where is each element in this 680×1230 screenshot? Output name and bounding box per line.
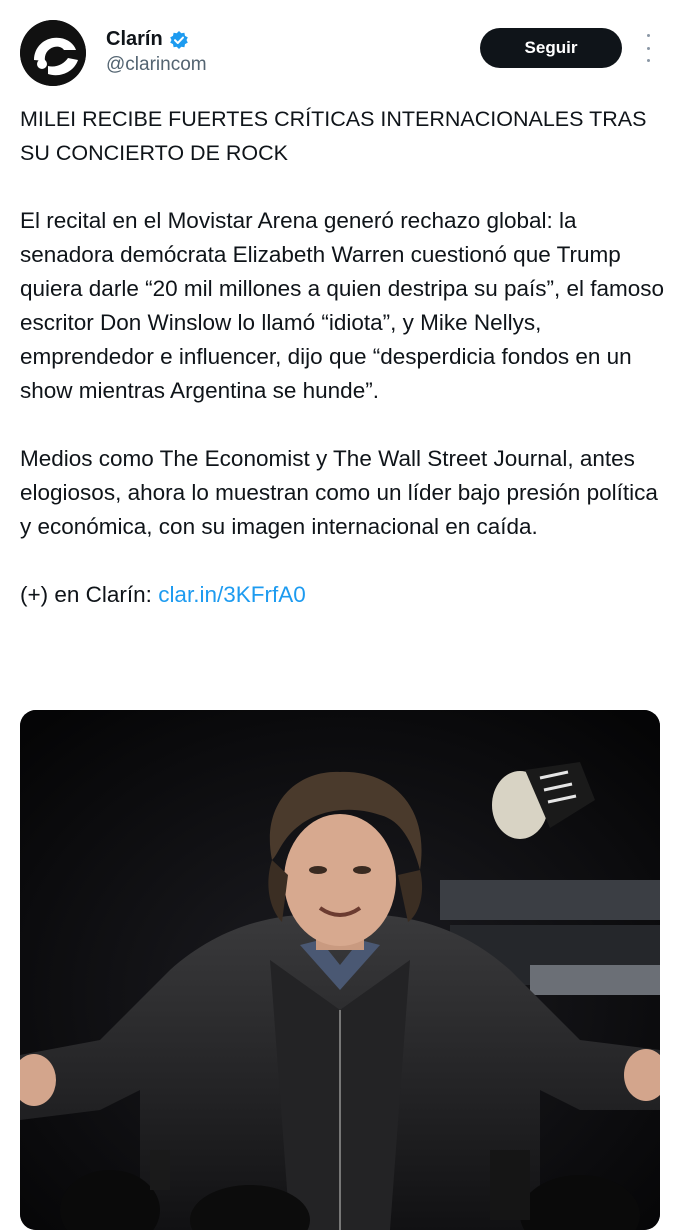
concert-photo-illustration — [20, 710, 660, 1230]
more-vertical-icon[interactable] — [640, 34, 656, 62]
article-link[interactable]: clar.in/3KFrfA0 — [158, 582, 306, 607]
link-prefix: (+) en Clarín: — [20, 582, 159, 607]
tweet-paragraph-1: El recital en el Movistar Arena generó r… — [20, 208, 665, 403]
tweet-photo[interactable] — [20, 710, 660, 1230]
clarin-logo-avatar[interactable] — [20, 20, 86, 86]
follow-button[interactable]: Seguir — [480, 28, 622, 68]
tweet-header: Clarín @clarincom Seguir — [0, 0, 680, 100]
verified-badge-icon — [169, 30, 189, 50]
tweet-paragraph-2: Medios como The Economist y The Wall Str… — [20, 446, 658, 539]
account-name[interactable]: Clarín — [106, 28, 163, 51]
tweet-link-line: (+) en Clarín: clar.in/3KFrfA0 — [20, 578, 665, 612]
clarin-logo-icon — [20, 20, 86, 86]
tweet-text: MILEI RECIBE FUERTES CRÍTICAS INTERNACIO… — [20, 102, 665, 646]
account-handle[interactable]: @clarincom — [106, 54, 207, 76]
tweet-headline: MILEI RECIBE FUERTES CRÍTICAS INTERNACIO… — [20, 107, 647, 165]
account-name-row: Clarín — [106, 28, 189, 51]
